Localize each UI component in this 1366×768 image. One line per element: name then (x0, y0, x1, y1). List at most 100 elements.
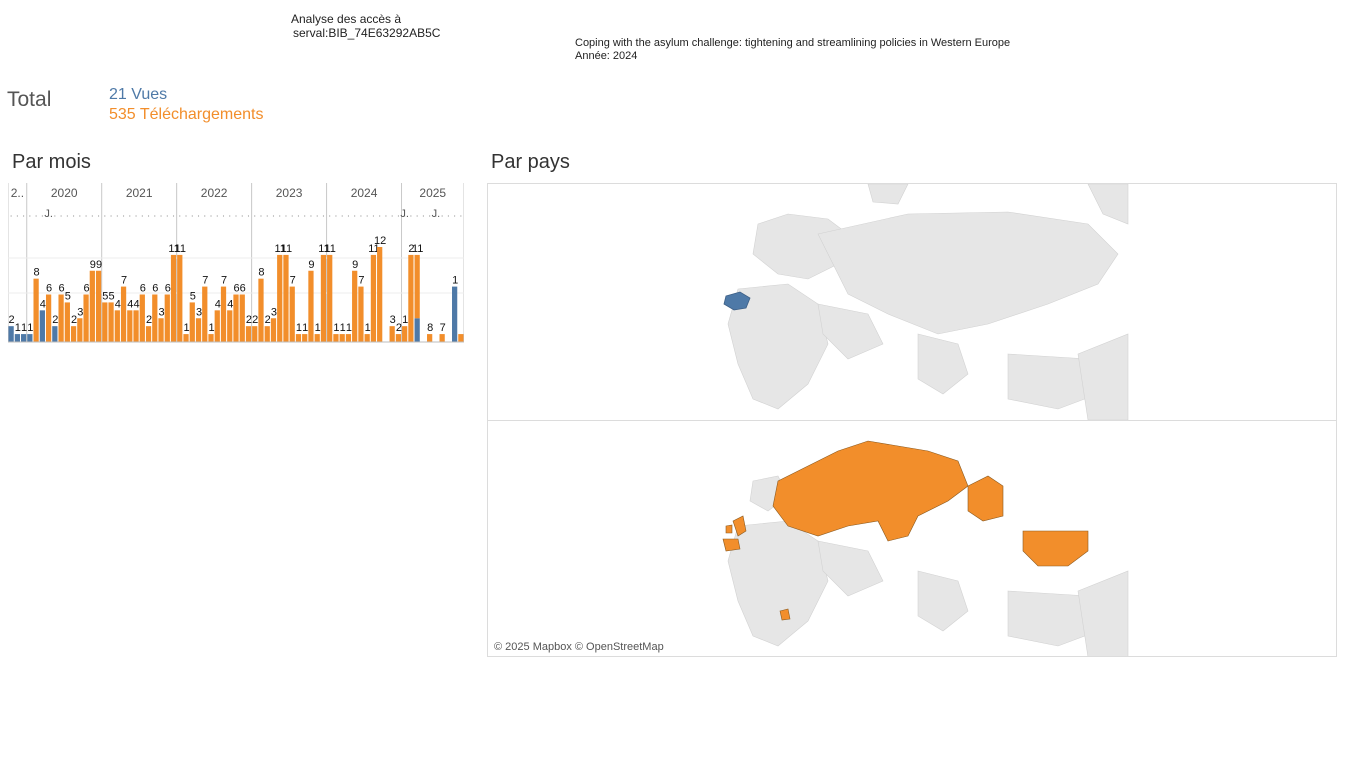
month-tick (141, 215, 143, 217)
bar-label: 2 (146, 314, 152, 326)
bar-label: 1 (296, 322, 302, 334)
month-tick (135, 215, 137, 217)
bar-downloads (64, 302, 70, 342)
bar-downloads (245, 326, 252, 342)
bar-downloads (358, 286, 364, 342)
month-tick (366, 215, 368, 217)
month-tick (372, 215, 375, 217)
month-tick (335, 215, 337, 217)
month-tick (447, 215, 449, 217)
bar-downloads (289, 286, 295, 342)
bar-label: 1 (27, 322, 33, 334)
bar-downloads (114, 310, 120, 342)
bar-downloads (70, 326, 77, 342)
country-zambia (779, 608, 791, 621)
month-tick (179, 215, 181, 217)
month-tick (260, 215, 262, 217)
year-label: 2024 (351, 186, 378, 200)
bar-downloads (133, 310, 139, 342)
bar-label: 2 (246, 314, 252, 326)
bar-label: 1 (452, 275, 458, 287)
month-marker: J. (432, 208, 441, 220)
bar-downloads (370, 254, 377, 342)
month-tick (60, 215, 62, 217)
views-map[interactable] (488, 184, 1336, 420)
bar-downloads (402, 326, 408, 342)
bar-downloads (195, 318, 202, 342)
bar-label: 1 (346, 322, 352, 334)
bar-downloads (77, 318, 83, 342)
bar-label: 6 (140, 283, 146, 295)
month-tick (129, 215, 131, 217)
bar-label: 7 (290, 275, 296, 287)
bar-downloads (308, 270, 314, 342)
bar-label: 9 (90, 259, 96, 271)
bar-downloads (389, 326, 395, 342)
month-tick (397, 215, 400, 217)
bar-label: 4 (227, 298, 233, 310)
month-tick (16, 215, 18, 217)
bar-label: 6 (84, 283, 90, 295)
bar-label: 6 (46, 283, 52, 295)
month-tick (385, 215, 387, 217)
bar-label: 3 (390, 314, 396, 326)
page-title: Analyse des accès à serval:BIB_74E63292A… (291, 12, 440, 40)
month-tick (422, 215, 424, 217)
month-tick (272, 215, 275, 217)
month-tick (416, 215, 418, 217)
bar-views (52, 326, 58, 342)
bar-label: 6 (233, 283, 239, 295)
bar-label: 2 (9, 314, 15, 326)
bar-views (20, 334, 27, 342)
bar-label: 5 (102, 290, 108, 302)
title-line-2: serval:BIB_74E63292AB5C (293, 26, 441, 40)
month-tick (147, 215, 150, 217)
bar-downloads (264, 326, 270, 342)
bar-label: 11 (175, 243, 186, 255)
bar-downloads (95, 270, 102, 342)
bar-label: 4 (215, 298, 221, 310)
bar-downloads (220, 286, 227, 342)
year-label: 2023 (276, 186, 303, 200)
month-tick (391, 215, 393, 217)
month-tick (216, 215, 218, 217)
bar-label: 2 (71, 314, 77, 326)
bar-label: 1 (183, 322, 189, 334)
bar-downloads (314, 334, 320, 342)
bar-views (8, 326, 14, 342)
country-map[interactable]: © 2025 Mapbox © OpenStreetMap (487, 183, 1337, 657)
bar-downloads (258, 278, 264, 342)
bar-downloads (439, 334, 445, 342)
bar-downloads (158, 318, 164, 342)
bar-downloads (252, 326, 258, 342)
bar-label: 9 (308, 259, 314, 271)
downloads-map[interactable] (488, 421, 1336, 657)
bar-label: 6 (240, 283, 246, 295)
map-attribution: © 2025 Mapbox © OpenStreetMap (494, 641, 664, 653)
bar-downloads (395, 334, 402, 342)
month-tick (91, 215, 93, 217)
bar-label: 4 (133, 298, 139, 310)
bar-label: 7 (202, 275, 208, 287)
bar-downloads (58, 294, 64, 342)
bar-label: 5 (109, 290, 115, 302)
month-tick (316, 215, 318, 217)
bar-label: 1 (340, 322, 346, 334)
month-tick (154, 215, 156, 217)
total-downloads: 535 Téléchargements (109, 106, 264, 123)
month-tick (172, 215, 175, 217)
bar-downloads (302, 334, 308, 342)
month-tick (360, 215, 362, 217)
monthly-bar-chart[interactable]: 2.. 2020 2021 2022 2023 2024 2025J. J. J.21 1 1846… (8, 183, 464, 345)
month-tick (247, 215, 250, 217)
month-tick (279, 215, 281, 217)
month-tick (297, 215, 300, 217)
bar-label: 1 (302, 322, 308, 334)
bar-label: 1 (21, 322, 27, 334)
bar-downloads (33, 278, 39, 342)
total-views: 21 Vues (109, 86, 168, 103)
bar-downloads (83, 294, 89, 342)
bar-label: 7 (221, 275, 227, 287)
bar-label: 5 (65, 290, 71, 302)
bar-downloads (333, 334, 339, 342)
